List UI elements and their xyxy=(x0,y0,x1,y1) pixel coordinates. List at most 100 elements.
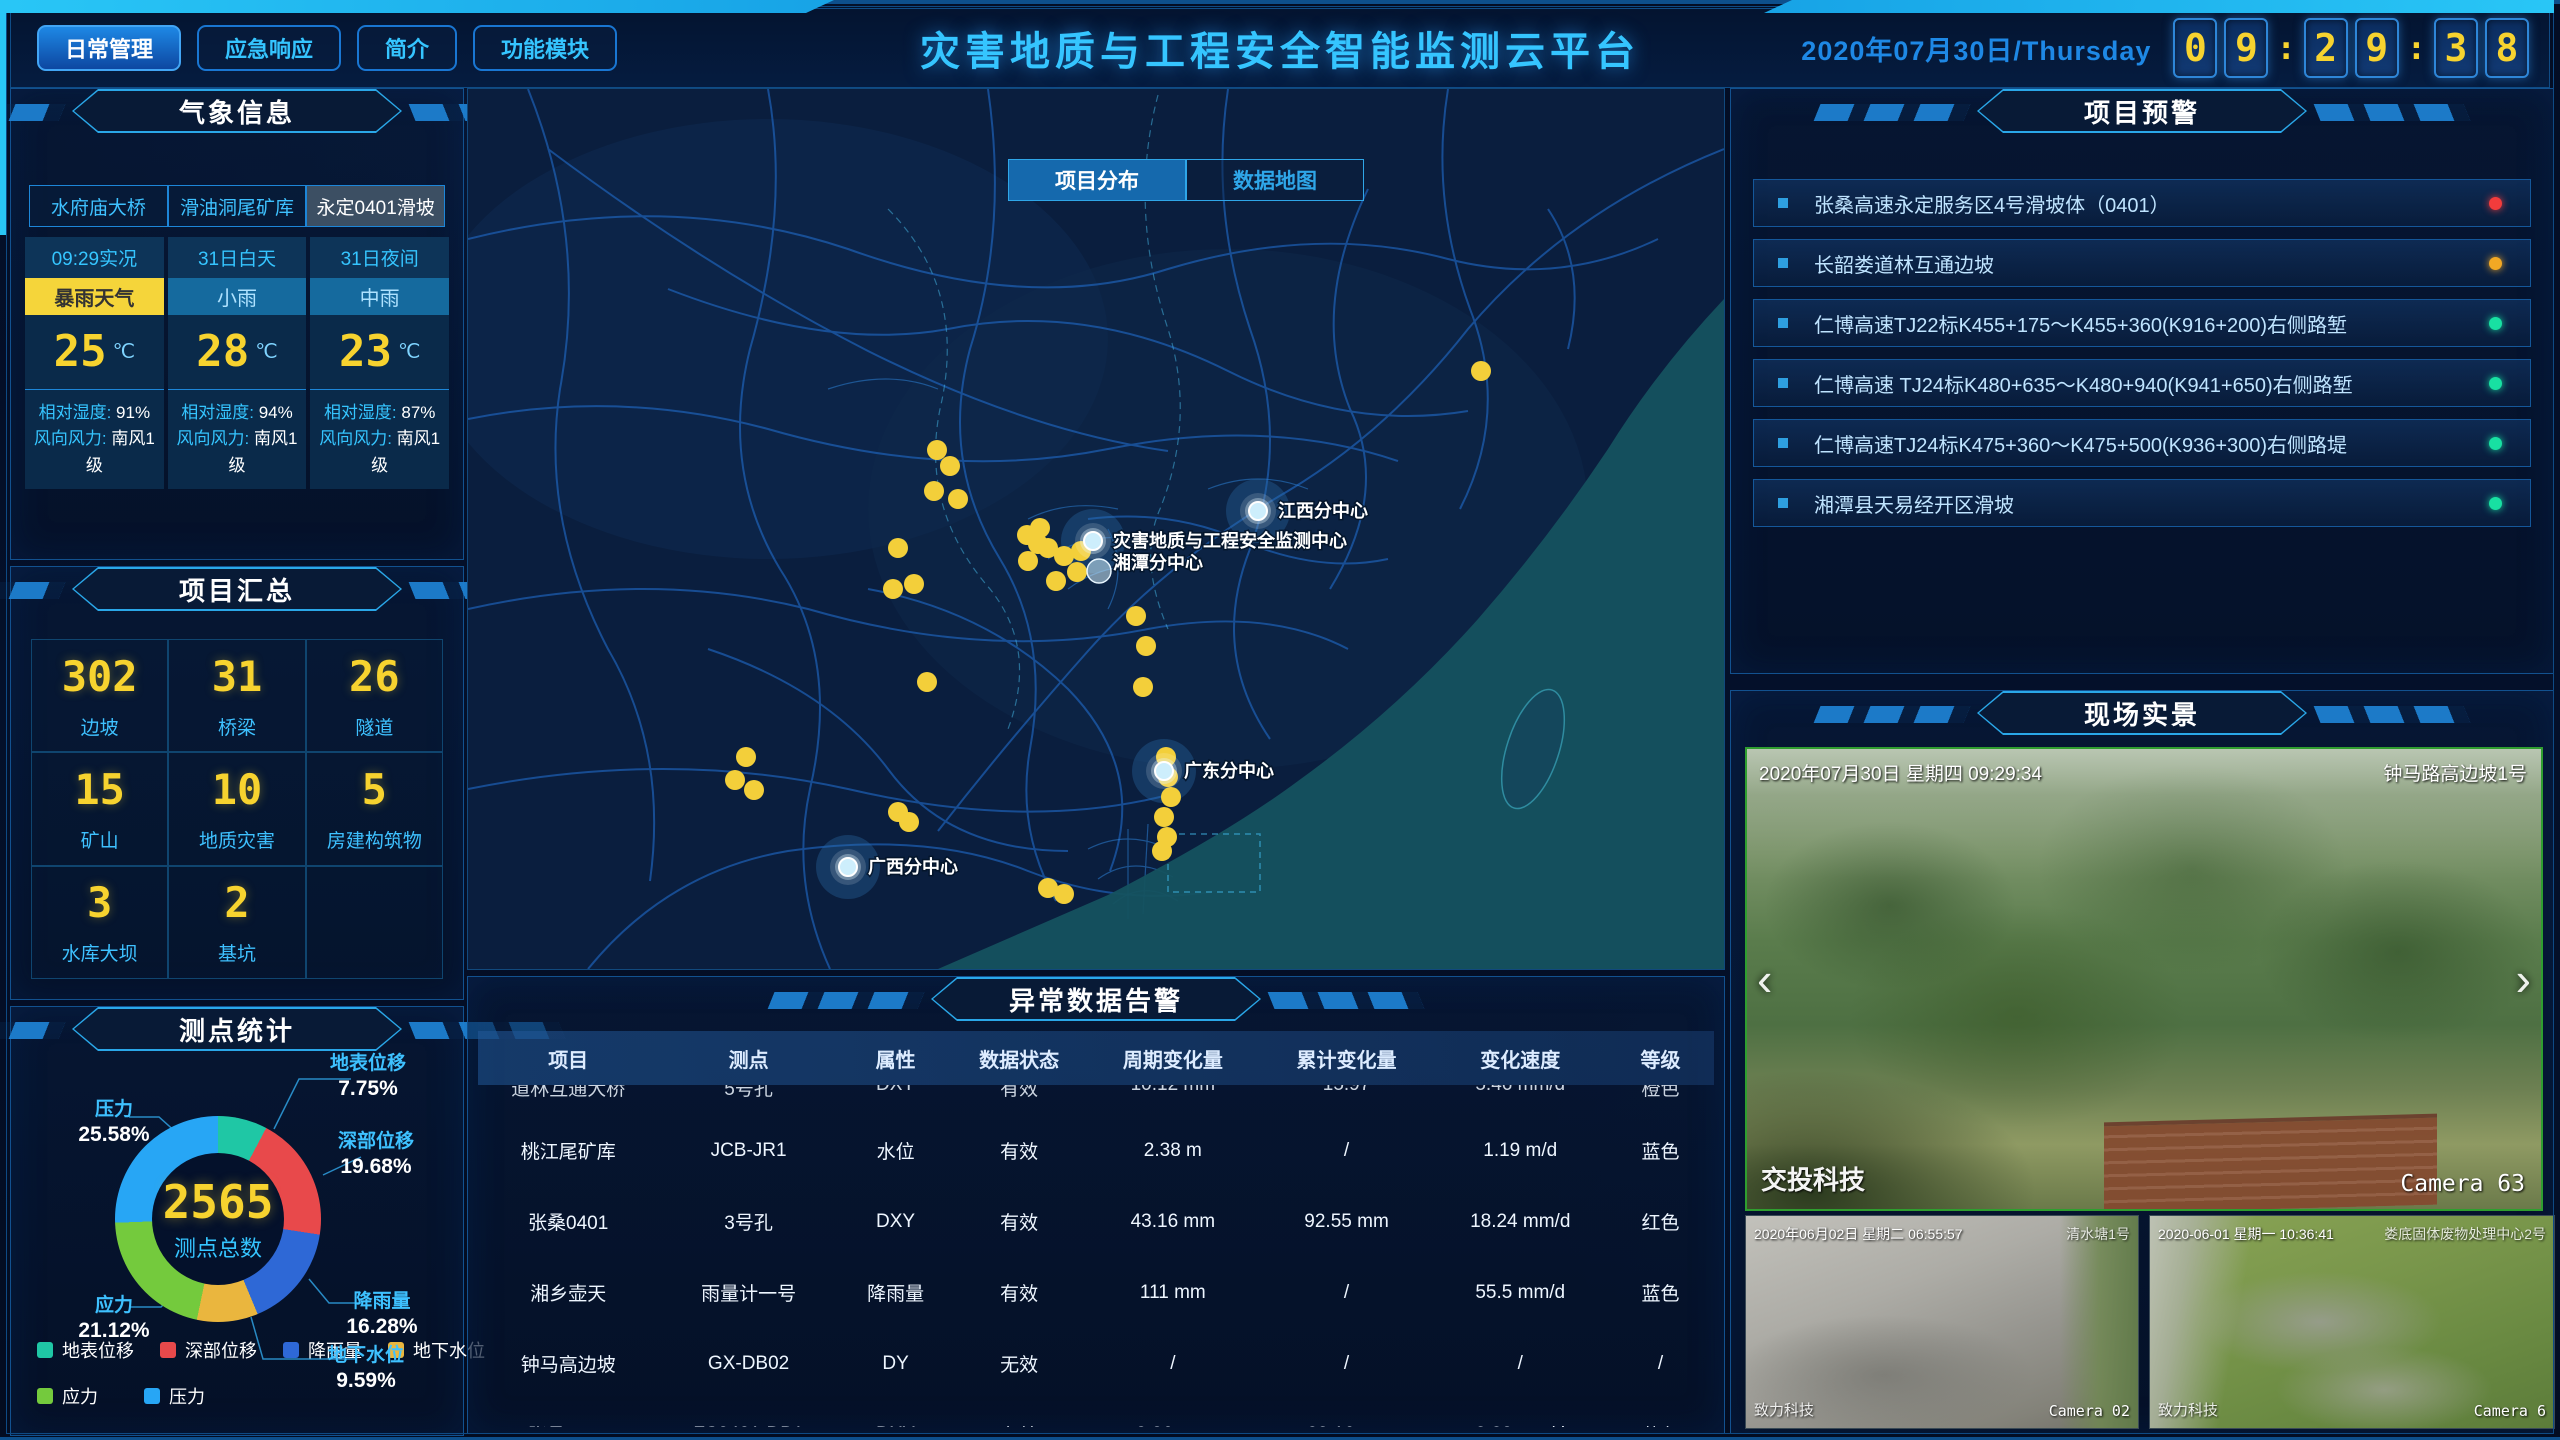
banner-wing-left-icon xyxy=(768,992,925,1009)
project-dot[interactable] xyxy=(940,456,960,476)
map-canvas: 灾害地质与工程安全监测中心湘潭分中心江西分中心广东分中心广西分中心 xyxy=(468,89,1724,969)
banner-wing-right-icon xyxy=(2314,104,2471,121)
camera-thumbnail-2[interactable]: 2020-06-01 星期一 10:36:41娄底固体废物处理中心2号致力科技C… xyxy=(2149,1215,2555,1429)
weather-tab-3[interactable]: 永定0401滑坡 xyxy=(306,185,445,227)
project-dot[interactable] xyxy=(1136,636,1156,656)
warning-list-item[interactable]: 长韶娄道林互通边坡 xyxy=(1753,239,2531,287)
warning-list-item[interactable]: 仁博高速TJ24标K475+360～K475+500(K936+300)右侧路堤 xyxy=(1753,419,2531,467)
nav-button-3[interactable]: 简介 xyxy=(357,25,457,71)
warning-list-item[interactable]: 仁博高速 TJ24标K480+635～K480+940(K941+650)右侧路… xyxy=(1753,359,2531,407)
left-edge-accent xyxy=(0,0,6,235)
table-row[interactable]: 张桑04013号孔DXY有效43.16 mm92.55 mm18.24 mm/d… xyxy=(478,1186,1714,1257)
project-dot[interactable] xyxy=(1046,571,1066,591)
project-summary-title: 项目汇总 xyxy=(179,571,295,608)
summary-cell-边坡: 302边坡 xyxy=(31,639,168,752)
project-dot[interactable] xyxy=(1067,562,1087,582)
legend-item-应力[interactable]: 应力 xyxy=(37,1383,98,1409)
nav-button-1[interactable]: 日常管理 xyxy=(37,25,181,71)
project-dot[interactable] xyxy=(888,538,908,558)
weather-temperature: 28℃ xyxy=(168,315,307,390)
map-area[interactable]: 灾害地质与工程安全监测中心湘潭分中心江西分中心广东分中心广西分中心 项目分布数据… xyxy=(467,88,1725,970)
alerts-cell-attr: 水位 xyxy=(839,1137,953,1164)
table-row[interactable]: 道林互通大桥5号孔DXY有效10.12 mm15.975.46 mm/d橙色 xyxy=(478,1085,1714,1115)
alerts-cell-total: / xyxy=(1260,1140,1434,1162)
digital-clock: 09:29:38 xyxy=(2173,18,2529,78)
alerts-cell-project: 湘乡壶天 xyxy=(478,1279,658,1306)
project-dot[interactable] xyxy=(917,672,937,692)
summary-value: 3 xyxy=(87,878,112,927)
project-dot[interactable] xyxy=(1028,534,1048,554)
project-dot[interactable] xyxy=(744,780,764,800)
warning-status-dot-green xyxy=(2489,497,2502,510)
wind-line: 风向风力: 南风1级 xyxy=(31,426,158,479)
donut-center: 2565 测点总数 xyxy=(152,1153,284,1285)
camera-thumbnail-1[interactable]: 2020年06月02日 星期二 06:55:57清水塘1号致力科技Camera … xyxy=(1745,1215,2139,1429)
project-dot[interactable] xyxy=(948,489,968,509)
warning-list-item[interactable]: 湘潭县天易经开区滑坡 xyxy=(1753,479,2531,527)
summary-cell-隧道: 26隧道 xyxy=(306,639,443,752)
alerts-cell-speed: 5.46 mm/d xyxy=(1433,1085,1607,1096)
wind-label: 风向风力: xyxy=(177,429,250,448)
alerts-cell-cycle: 43.16 mm xyxy=(1086,1211,1260,1233)
project-dot[interactable] xyxy=(1126,606,1146,626)
temperature-value: 23 xyxy=(339,326,392,377)
summary-label: 房建构筑物 xyxy=(327,826,422,853)
project-dot[interactable] xyxy=(1018,551,1038,571)
point-stats-banner: 测点统计 xyxy=(72,1007,402,1051)
warning-list-item[interactable]: 仁博高速TJ22标K455+175～K455+360(K916+200)右侧路堑 xyxy=(1753,299,2531,347)
project-dot[interactable] xyxy=(725,770,745,790)
alerts-cell-status: 无效 xyxy=(952,1350,1086,1377)
project-dot[interactable] xyxy=(883,579,903,599)
summary-label: 地质灾害 xyxy=(199,826,275,853)
warning-bullet-icon xyxy=(1778,498,1788,508)
project-dot[interactable] xyxy=(1152,841,1172,861)
banner-wing-right-icon xyxy=(2314,706,2471,723)
map-tab-1[interactable]: 项目分布 xyxy=(1008,159,1186,201)
alerts-cell-speed: 55.5 mm/d xyxy=(1433,1282,1607,1304)
project-dot[interactable] xyxy=(899,812,919,832)
summary-value: 302 xyxy=(62,652,138,701)
weather-tab-2[interactable]: 滑油洞尾矿库 xyxy=(168,185,307,227)
clock-digit-5: 3 xyxy=(2434,18,2478,78)
project-dot[interactable] xyxy=(1161,787,1181,807)
slice-label-降雨量: 降雨量16.28% xyxy=(317,1291,447,1339)
summary-value: 26 xyxy=(349,652,400,701)
summary-cell-水库大坝: 3水库大坝 xyxy=(31,866,168,979)
humidity-value: 91% xyxy=(111,403,150,422)
warning-list-item[interactable]: 张桑高速永定服务区4号滑坡体（0401） xyxy=(1753,179,2531,227)
project-dot[interactable] xyxy=(1133,677,1153,697)
weather-tab-1[interactable]: 水府庙大桥 xyxy=(29,185,168,227)
legend-label: 应力 xyxy=(62,1383,98,1409)
table-row[interactable]: 桃江尾矿库JCB-JR1水位有效2.38 m/1.19 m/d蓝色 xyxy=(478,1115,1714,1186)
project-dot[interactable] xyxy=(1154,807,1174,827)
project-dot[interactable] xyxy=(924,481,944,501)
camera-next-arrow-icon[interactable]: › xyxy=(2516,956,2531,1002)
legend-item-压力[interactable]: 压力 xyxy=(144,1383,205,1409)
project-dot[interactable] xyxy=(904,574,924,594)
alerts-cell-total: 15.97 xyxy=(1260,1085,1434,1096)
banner-wing-left-icon xyxy=(1814,104,1971,121)
thumb-site-name: 娄底固体废物处理中心2号 xyxy=(2384,1224,2546,1244)
project-dot[interactable] xyxy=(736,747,756,767)
slice-name: 深部位移 xyxy=(311,1131,441,1154)
legend-swatch-icon xyxy=(160,1342,176,1358)
table-row[interactable]: 钟马高边坡GX-DB02DY无效//// xyxy=(478,1328,1714,1399)
slice-label-深部位移: 深部位移19.68% xyxy=(311,1131,441,1179)
alerts-cell-level: 橙色 xyxy=(1607,1085,1714,1101)
banner-wing-left-icon xyxy=(0,104,65,121)
thumb-site-name: 清水塘1号 xyxy=(2066,1224,2130,1244)
nav-button-4[interactable]: 功能模块 xyxy=(473,25,617,71)
project-dot[interactable] xyxy=(927,440,947,460)
temperature-unit: ℃ xyxy=(398,339,420,364)
table-row[interactable]: 湘乡壶天雨量计一号降雨量有效111 mm/55.5 mm/d蓝色 xyxy=(478,1257,1714,1328)
camera-prev-arrow-icon[interactable]: ‹ xyxy=(1757,956,1772,1002)
nav-button-2[interactable]: 应急响应 xyxy=(197,25,341,71)
alerts-cell-project: 张桑0401 xyxy=(478,1421,658,1427)
project-dot[interactable] xyxy=(1471,361,1491,381)
table-row[interactable]: 张桑0401ZS0401-DB1DXY有效8.86 mm23.16mm3.83 … xyxy=(478,1399,1714,1427)
summary-value: 2 xyxy=(224,878,249,927)
project-dot[interactable] xyxy=(1054,546,1074,566)
map-tab-2[interactable]: 数据地图 xyxy=(1186,159,1364,201)
center-label: 广东分中心 xyxy=(1184,760,1274,781)
project-dot[interactable] xyxy=(1054,884,1074,904)
